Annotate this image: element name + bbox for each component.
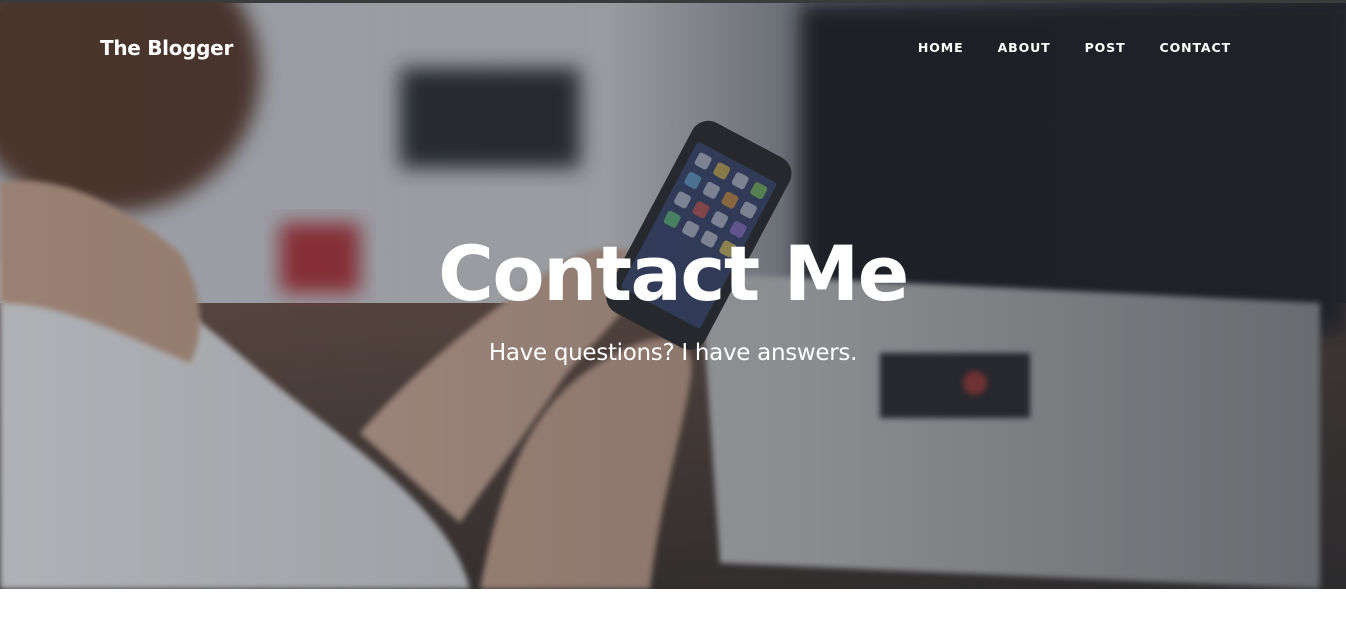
page-title: Contact Me (438, 229, 909, 318)
nav-item-post[interactable]: POST (1085, 40, 1126, 55)
hero-header: The Blogger HOME ABOUT POST CONTACT Cont… (0, 3, 1346, 589)
nav-item-home[interactable]: HOME (918, 40, 964, 55)
nav-item-about[interactable]: ABOUT (998, 40, 1051, 55)
page-subtitle: Have questions? I have answers. (488, 340, 858, 366)
main-navigation: The Blogger HOME ABOUT POST CONTACT (0, 3, 1346, 93)
brand-logo-link[interactable]: The Blogger (100, 36, 233, 60)
nav-item-contact[interactable]: CONTACT (1160, 40, 1232, 55)
nav-menu: HOME ABOUT POST CONTACT (884, 40, 1231, 55)
